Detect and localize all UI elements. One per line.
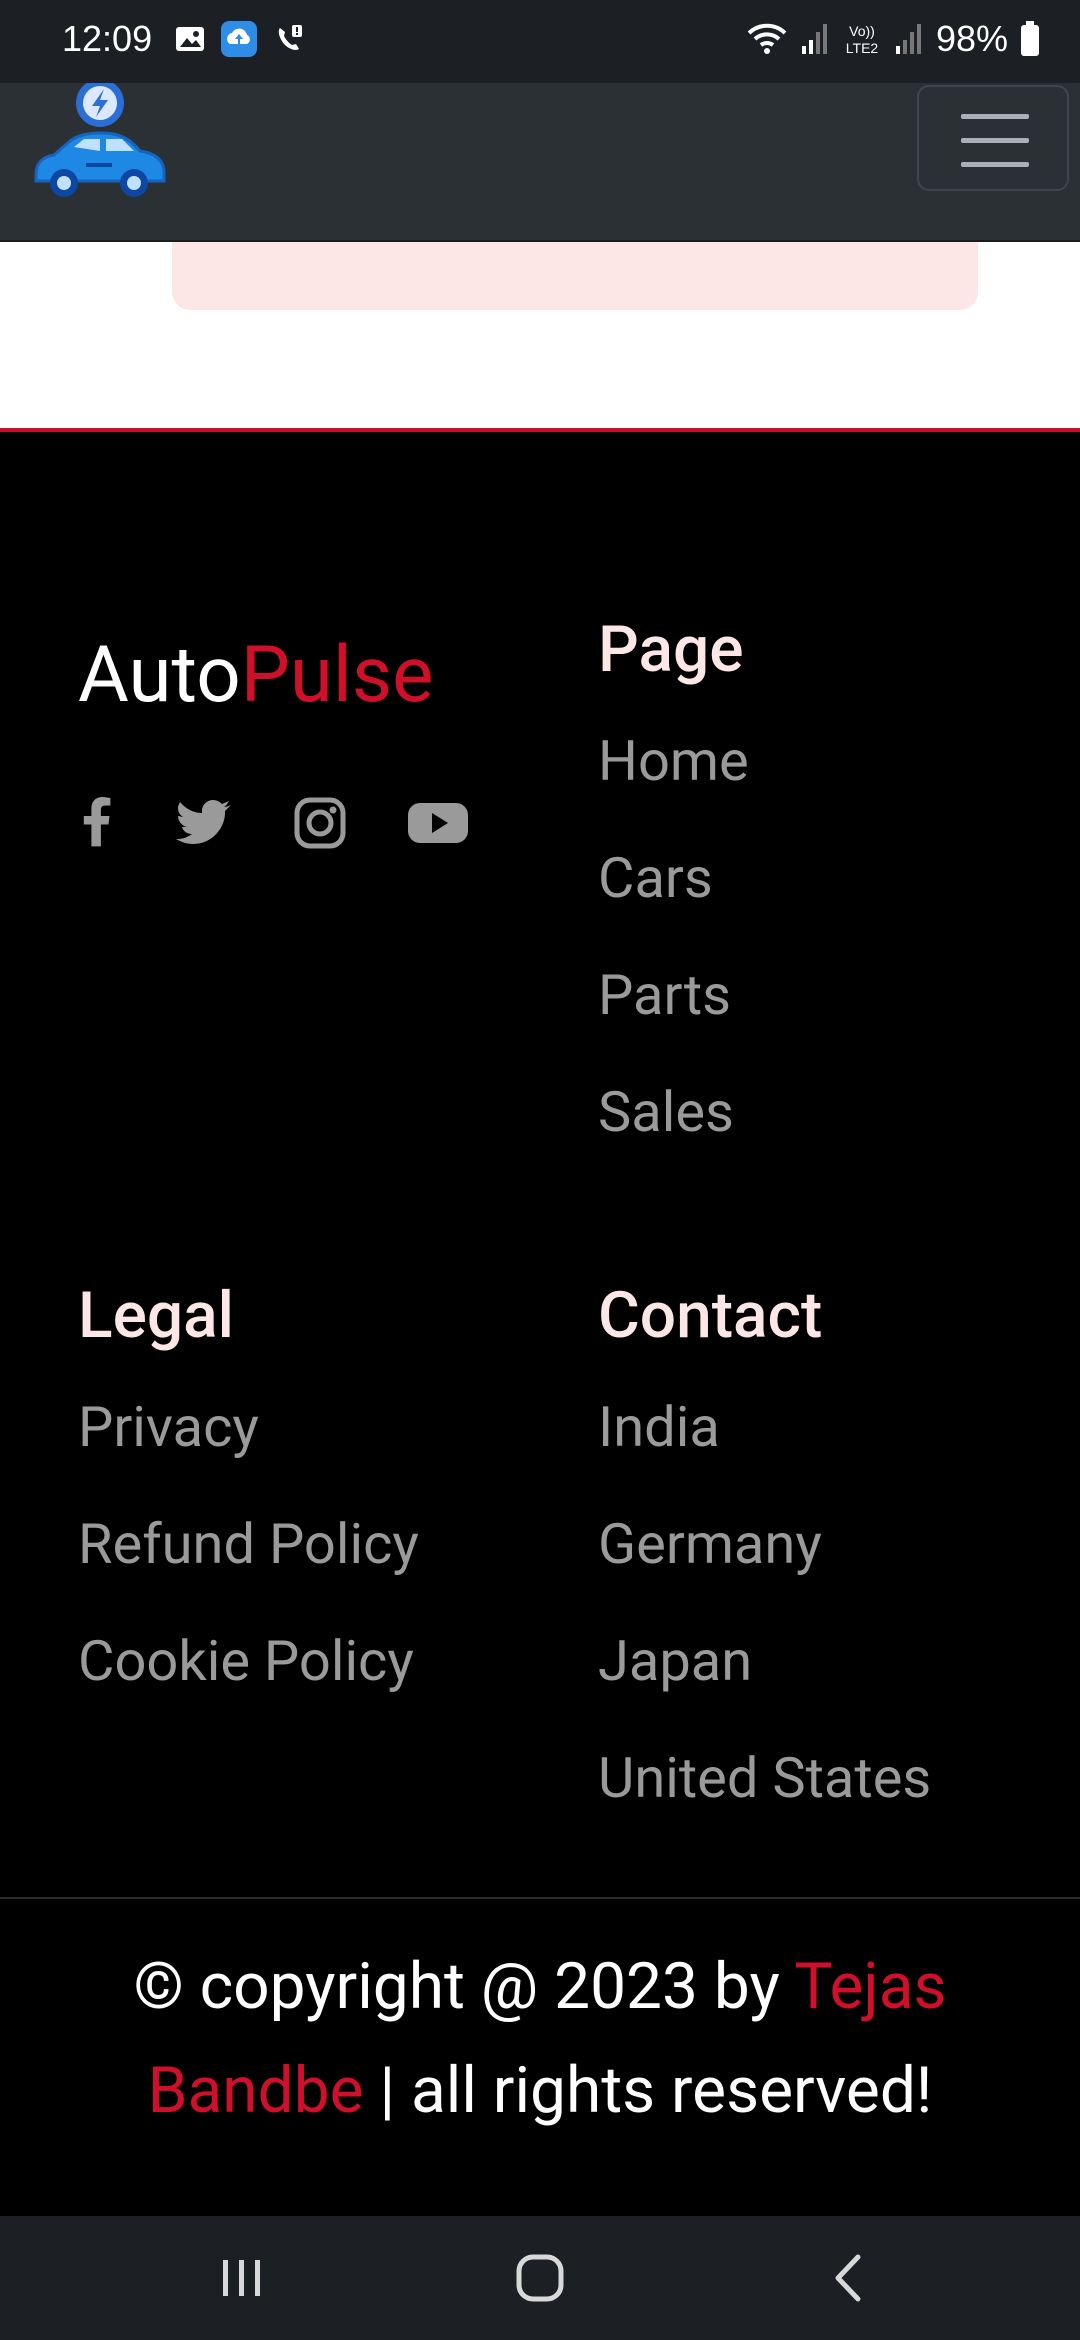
status-time: 12:09 — [62, 18, 153, 59]
status-bar: 12:09 Vo)) LTE2 98% — [0, 0, 1080, 83]
status-notification-icons — [174, 20, 306, 58]
facebook-icon[interactable] — [78, 797, 114, 849]
youtube-icon[interactable] — [408, 801, 468, 845]
navbar — [0, 79, 1080, 242]
alert-box — [172, 242, 978, 310]
page-heading: Page — [598, 612, 744, 687]
twitter-icon[interactable] — [176, 800, 232, 846]
missed-call-icon — [278, 25, 302, 50]
footer-link-refund-policy[interactable]: Refund Policy — [78, 1511, 419, 1577]
hamburger-menu-icon — [961, 114, 1029, 119]
signal-icon — [801, 24, 827, 54]
footer: AutoPulse Page Home Cars Parts Sales Leg… — [0, 432, 1080, 2244]
legal-heading: Legal — [78, 1278, 234, 1353]
social-links — [78, 797, 468, 849]
hamburger-line — [961, 138, 1029, 143]
cloud-upload-icon — [221, 21, 257, 57]
hamburger-line — [961, 162, 1029, 167]
home-button[interactable] — [478, 2216, 602, 2340]
footer-link-home[interactable]: Home — [598, 728, 749, 794]
footer-link-india[interactable]: India — [598, 1394, 720, 1460]
footer-link-japan[interactable]: Japan — [598, 1628, 752, 1694]
brand-logo[interactable] — [30, 79, 170, 199]
battery-percent: 98% — [935, 18, 1008, 59]
brand-text-part1: Auto — [78, 630, 241, 721]
footer-brand[interactable]: AutoPulse — [78, 630, 434, 721]
footer-link-cookie-policy[interactable]: Cookie Policy — [78, 1628, 414, 1694]
copyright-text: © copyright @ 2023 by — [133, 1949, 795, 2024]
main-content — [0, 242, 1080, 428]
svg-text:LTE2: LTE2 — [846, 40, 879, 56]
gallery-icon — [176, 27, 204, 51]
svg-text:Vo)): Vo)) — [849, 23, 875, 39]
footer-link-parts[interactable]: Parts — [598, 962, 731, 1028]
footer-link-privacy[interactable]: Privacy — [78, 1394, 259, 1460]
volte-icon: Vo)) LTE2 — [846, 23, 879, 56]
back-button[interactable] — [786, 2216, 910, 2340]
instagram-icon[interactable] — [294, 797, 346, 849]
brand-text-part2: Pulse — [240, 630, 434, 721]
electric-car-logo-icon — [34, 79, 166, 197]
footer-link-sales[interactable]: Sales — [598, 1079, 734, 1145]
wifi-icon — [747, 23, 787, 54]
copyright-suffix: | all rights reserved! — [363, 2053, 933, 2128]
battery-icon — [1021, 21, 1039, 56]
back-icon — [835, 2254, 861, 2302]
home-icon — [516, 2254, 564, 2302]
signal-2-icon — [895, 24, 921, 54]
footer-link-united-states[interactable]: United States — [598, 1745, 931, 1811]
footer-link-cars[interactable]: Cars — [598, 845, 713, 911]
recent-apps-button[interactable] — [180, 2216, 304, 2340]
navbar-toggler-button[interactable] — [917, 85, 1069, 191]
system-navigation-bar — [0, 2216, 1080, 2340]
recent-apps-icon — [223, 2260, 260, 2296]
status-right: Vo)) LTE2 98% — [746, 18, 1040, 60]
footer-link-germany[interactable]: Germany — [598, 1511, 822, 1577]
contact-heading: Contact — [598, 1278, 823, 1353]
copyright: © copyright @ 2023 by Tejas Bandbe | all… — [0, 1899, 1080, 2244]
